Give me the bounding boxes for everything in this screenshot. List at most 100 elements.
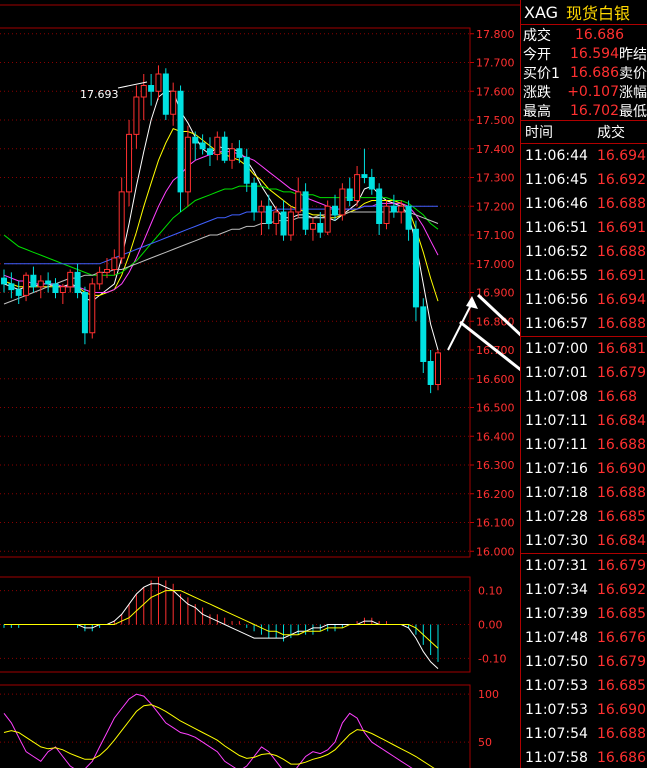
price-tick-label: 16.100 — [476, 517, 515, 530]
tick-price: 16.686 — [597, 750, 646, 766]
tick-price: 16.692 — [597, 172, 646, 188]
tick-price: 16.679 — [597, 558, 646, 574]
candle-body — [67, 271, 74, 288]
candle-body — [162, 73, 169, 115]
candle-body — [52, 283, 59, 293]
tick-row[interactable]: 11:06:44 16.694 — [521, 144, 647, 168]
candle-body — [170, 90, 177, 115]
tick-price: 16.694 — [597, 148, 646, 164]
candle-body — [405, 205, 412, 230]
candle-body — [390, 205, 397, 213]
tick-row[interactable]: 11:06:46 16.688 — [521, 192, 647, 216]
candle-body — [103, 269, 110, 273]
tick-price: 16.679 — [597, 654, 646, 670]
tick-row[interactable]: 11:07:31 16.679 — [521, 554, 647, 578]
kdj-indicator: 100 50 — [0, 684, 499, 768]
candle-body — [8, 283, 15, 291]
tick-time: 11:07:28 — [525, 509, 588, 525]
tick-row[interactable]: 11:07:11 16.684 — [521, 409, 647, 433]
macd-dif-line — [4, 583, 439, 669]
tick-time: 11:07:53 — [525, 678, 588, 694]
price-tick-label: 17.400 — [476, 143, 515, 156]
tick-price: 16.690 — [597, 702, 646, 718]
tick-row[interactable]: 11:06:51 16.691 — [521, 216, 647, 240]
macd-dea-line — [4, 590, 439, 649]
quote-row: 涨跌 +0.107 涨幅 — [521, 82, 647, 101]
tick-row[interactable]: 11:06:45 16.692 — [521, 168, 647, 192]
tick-row[interactable]: 11:07:34 16.692 — [521, 578, 647, 602]
high-price-label: 17.693 — [80, 88, 119, 101]
candle-body — [368, 177, 375, 190]
candle-body — [184, 136, 191, 193]
tick-price: 16.688 — [597, 437, 646, 453]
candle-body — [383, 205, 390, 224]
price-tick-label: 17.500 — [476, 114, 515, 127]
tick-time: 11:07:39 — [525, 606, 588, 622]
tick-row[interactable]: 11:07:30 16.684 — [521, 529, 647, 554]
quote-label: 成交 — [523, 27, 551, 44]
tick-price: 16.690 — [597, 461, 646, 477]
tick-row[interactable]: 11:07:08 16.68 — [521, 385, 647, 409]
tick-row[interactable]: 11:07:16 16.690 — [521, 457, 647, 481]
tick-row[interactable]: 11:07:00 16.681 — [521, 337, 647, 361]
candle-body — [324, 205, 331, 233]
tick-row[interactable]: 11:07:48 16.676 — [521, 626, 647, 650]
candle-body — [126, 133, 133, 193]
tick-row[interactable]: 11:07:58 16.686 — [521, 746, 647, 768]
candle-body — [427, 361, 434, 385]
kdj-tick-label: 100 — [478, 688, 499, 701]
quote-row: 今开 16.594 昨结 — [521, 44, 647, 63]
tick-price: 16.676 — [597, 630, 646, 646]
quote-value: 16.686 — [570, 64, 619, 81]
candle-body — [15, 289, 22, 296]
tick-row[interactable]: 11:07:53 16.690 — [521, 698, 647, 722]
candle-body — [118, 191, 125, 259]
tick-time: 11:07:11 — [525, 413, 588, 429]
candle-body — [81, 292, 88, 334]
tick-row[interactable]: 11:07:54 16.688 — [521, 722, 647, 746]
tick-row[interactable]: 11:07:11 16.688 — [521, 433, 647, 457]
ticks-header: 时间 成交 — [521, 121, 647, 144]
candle-body — [221, 136, 228, 161]
candle-body — [251, 182, 258, 213]
tick-row[interactable]: 11:06:52 16.688 — [521, 240, 647, 264]
price-tick-label: 17.100 — [476, 229, 515, 242]
candle-body — [376, 188, 383, 224]
candle-body — [398, 205, 405, 213]
candle-body — [1, 277, 7, 285]
quote-label-2: 卖价 — [619, 65, 647, 82]
tick-price: 16.688 — [597, 316, 646, 332]
tick-price: 16.685 — [597, 606, 646, 622]
ma-line — [3, 185, 439, 276]
tick-row[interactable]: 11:06:56 16.694 — [521, 288, 647, 312]
tick-row[interactable]: 11:07:39 16.685 — [521, 602, 647, 626]
tick-row[interactable]: 11:06:57 16.688 — [521, 312, 647, 337]
tick-row[interactable]: 11:07:53 16.685 — [521, 674, 647, 698]
candle-body — [30, 274, 37, 288]
ticks-header-time: 时间 — [525, 125, 553, 141]
tick-time: 11:06:55 — [525, 268, 588, 284]
kdj-frame — [0, 684, 471, 768]
price-tick-label: 17.200 — [476, 200, 515, 213]
kdj-k-line — [3, 693, 413, 768]
macd-tick-label: 0.10 — [478, 585, 503, 598]
tick-price: 16.688 — [597, 196, 646, 212]
tick-time: 11:07:01 — [525, 365, 588, 381]
tick-row[interactable]: 11:07:28 16.685 — [521, 505, 647, 529]
tick-row[interactable]: 11:07:18 16.688 — [521, 481, 647, 505]
candle-body — [214, 136, 221, 155]
candle-body — [332, 205, 339, 216]
tick-row[interactable]: 11:07:01 16.679 — [521, 361, 647, 385]
tick-time: 11:07:08 — [525, 389, 588, 405]
quote-summary: 成交 16.686 今开 16.594 昨结 买价1 16.686 卖价 涨跌 +0.107 涨幅最… — [521, 25, 647, 121]
tick-price: 16.684 — [597, 533, 646, 549]
price-tick-label: 16.500 — [476, 402, 515, 415]
tick-row[interactable]: 11:07:50 16.679 — [521, 650, 647, 674]
kline-chart[interactable]: 17.800 17.700 17.600 17.500 17.400 17.300 17.2… — [0, 0, 520, 768]
tick-time: 11:07:00 — [525, 341, 588, 357]
quote-label: 今开 — [523, 46, 551, 63]
tick-price: 16.685 — [597, 678, 646, 694]
tick-list[interactable]: 11:06:44 16.694 11:06:45 16.692 11:06:46 16.6… — [521, 144, 647, 768]
tick-row[interactable]: 11:06:55 16.691 — [521, 264, 647, 288]
tick-price: 16.681 — [597, 341, 646, 357]
